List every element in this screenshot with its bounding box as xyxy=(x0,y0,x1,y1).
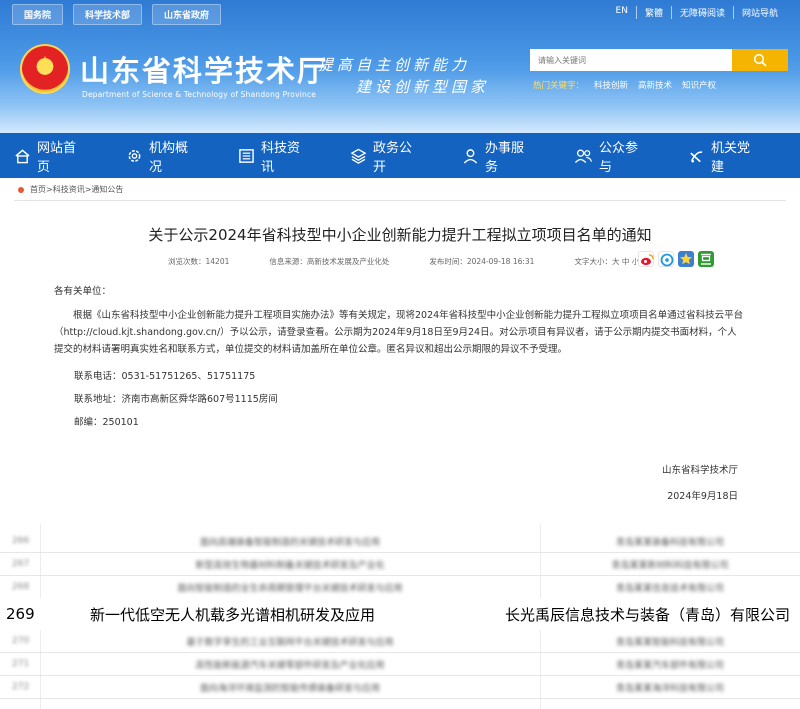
salutation: 各有关单位： xyxy=(54,286,112,297)
utility-links: EN 繁體 无障碍阅读 网站导航 xyxy=(608,6,786,19)
english-link[interactable]: EN xyxy=(608,6,636,19)
article: 关于公示2024年省科技型中小企业创新能力提升工程拟立项项目名单的通知 浏览次数… xyxy=(14,200,786,513)
nav-item-services[interactable]: 办事服务 xyxy=(462,137,534,175)
top-links: 国务院 科学技术部 山东省政府 xyxy=(12,4,222,25)
site-subtitle: Department of Science & Technology of Sh… xyxy=(82,90,317,99)
organization-name: 青岛某某新材料科技有限公司 xyxy=(611,560,729,571)
breadcrumb-path[interactable]: 首页>科技资讯>通知公告 xyxy=(30,184,123,195)
nav-item-gov-affairs[interactable]: 政务公开 xyxy=(350,137,422,175)
layers-icon xyxy=(350,148,367,164)
table-row: 270 基于数字孪生的工业互联网平台关键技术研发与应用 青岛某某智能科技有限公司 xyxy=(0,630,800,653)
contact-zip: 邮编：250101 xyxy=(74,417,139,428)
top-link-province-gov[interactable]: 山东省政府 xyxy=(152,4,222,25)
article-title: 关于公示2024年省科技型中小企业创新能力提升工程拟立项项目名单的通知 xyxy=(148,226,652,244)
hot-keywords: 热门关键字： 科技创新 高新技术 知识产权 xyxy=(533,79,716,91)
nav-label: 科技资讯 xyxy=(261,140,301,175)
project-name: 基于数字孪生的工业互联网平台关键技术研发与应用 xyxy=(186,637,394,648)
accessibility-link[interactable]: 无障碍阅读 xyxy=(670,6,733,19)
info-source: 信息来源：高新技术发展及产业化处 xyxy=(269,257,390,266)
favorite-star-icon[interactable] xyxy=(678,251,694,267)
nav-item-party[interactable]: 机关党建 xyxy=(688,137,760,175)
user-icon xyxy=(463,148,478,164)
nav-label: 机关党建 xyxy=(710,140,750,175)
slogan-line-1: 提高自主创新能力 xyxy=(318,56,471,74)
search-button[interactable] xyxy=(732,49,788,71)
share-buttons xyxy=(638,251,714,267)
tencent-share-icon[interactable] xyxy=(658,251,674,267)
row-number: 267 xyxy=(12,559,30,569)
table-row-highlighted: 269 新一代低空无人机载多光谱相机研发及应用 长光禹辰信息技术与装备（青岛）有… xyxy=(0,598,800,630)
table-row: 268 面向智能制造的全生命周期管理平台关键技术研发与应用 青岛某某信息技术有限… xyxy=(0,576,800,599)
signer: 山东省科学技术厅 xyxy=(661,465,738,476)
national-emblem-icon xyxy=(20,44,70,94)
site-map-link[interactable]: 网站导航 xyxy=(732,6,786,19)
hot-keywords-label: 热门关键字： xyxy=(533,81,585,91)
row-number: 266 xyxy=(12,536,30,546)
search-box xyxy=(530,49,788,71)
slogan-line-2: 建设创新型国家 xyxy=(356,78,490,96)
breadcrumb: 首页>科技资讯>通知公告 xyxy=(18,184,123,195)
project-name: 新一代低空无人机载多光谱相机研发及应用 xyxy=(90,605,376,624)
nav-item-participation[interactable]: 公众参与 xyxy=(574,137,648,175)
project-name: 高性能新能源汽车关键零部件研发及产业化应用 xyxy=(195,660,385,671)
site-header: 国务院 科学技术部 山东省政府 EN 繁體 无障碍阅读 网站导航 山东省科学技术… xyxy=(0,0,800,133)
row-number: 270 xyxy=(12,636,30,646)
project-list-table: 266 面向高端装备智能制造的关键技术研发与应用 青岛某某装备科技有限公司 26… xyxy=(0,524,800,709)
hot-keyword[interactable]: 科技创新 xyxy=(594,79,628,91)
search-icon xyxy=(753,53,767,67)
nav-label: 办事服务 xyxy=(485,140,525,175)
top-link-most[interactable]: 科学技术部 xyxy=(73,4,143,25)
organization-name: 青岛某某汽车部件有限公司 xyxy=(615,660,724,671)
row-number: 271 xyxy=(12,659,30,669)
view-count: 浏览次数：14201 xyxy=(168,257,230,266)
project-name: 面向海洋环境监测的智能传感装备研发与应用 xyxy=(199,683,380,694)
contact-address: 联系地址：济南市高新区舜华路607号1115房间 xyxy=(74,394,278,405)
location-dot-icon xyxy=(18,186,24,193)
organization-name: 青岛某某装备科技有限公司 xyxy=(615,537,724,548)
people-icon xyxy=(574,148,593,163)
nav-item-about[interactable]: 机构概况 xyxy=(126,137,198,175)
hot-keyword[interactable]: 高新技术 xyxy=(638,79,672,91)
table-row: 272 面向海洋环境监测的智能传感装备研发与应用 青岛某某海洋科技有限公司 xyxy=(0,676,800,699)
sign-date: 2024年9月18日 xyxy=(667,491,738,502)
row-number: 268 xyxy=(12,582,30,592)
news-list-icon xyxy=(239,148,254,163)
douban-share-icon[interactable] xyxy=(698,251,714,267)
project-name: 面向智能制造的全生命周期管理平台关键技术研发与应用 xyxy=(177,583,403,594)
organization-name: 青岛某某信息技术有限公司 xyxy=(615,583,724,594)
organization-name: 青岛某某海洋科技有限公司 xyxy=(615,683,724,694)
weibo-share-icon[interactable] xyxy=(638,251,654,267)
table-row: 266 面向高端装备智能制造的关键技术研发与应用 青岛某某装备科技有限公司 xyxy=(0,530,800,553)
top-link-state-council[interactable]: 国务院 xyxy=(12,4,64,25)
nav-item-news[interactable]: 科技资讯 xyxy=(238,137,310,175)
nav-label: 机构概况 xyxy=(148,140,188,175)
home-icon xyxy=(15,148,30,163)
article-meta: 浏览次数：14201 信息来源：高新技术发展及产业化处 发布时间：2024-09… xyxy=(168,256,679,267)
row-number: 272 xyxy=(12,682,30,692)
organization-name: 长光禹辰信息技术与装备（青岛）有限公司 xyxy=(504,605,790,624)
nav-label: 网站首页 xyxy=(36,140,76,175)
publish-date: 发布时间：2024-09-18 16:31 xyxy=(429,257,535,266)
contact-phone: 联系电话：0531-51751265、51751175 xyxy=(74,371,256,382)
traditional-chinese-link[interactable]: 繁體 xyxy=(635,6,671,19)
row-number: 269 xyxy=(6,605,35,623)
article-body: 各有关单位： 根据《山东省科技型中小企业创新能力提升工程项目实施办法》等有关规定… xyxy=(54,283,744,431)
gear-icon xyxy=(128,149,141,162)
organization-name: 青岛某某智能科技有限公司 xyxy=(615,637,724,648)
site-title[interactable]: 山东省科学技术厅 xyxy=(80,48,328,90)
project-name: 新型高效生物基材料制备关键技术研发及产业化 xyxy=(195,560,385,571)
nav-label: 政务公开 xyxy=(373,140,413,175)
party-emblem-icon xyxy=(690,150,703,163)
hot-keyword[interactable]: 知识产权 xyxy=(682,79,716,91)
nav-item-home[interactable]: 网站首页 xyxy=(14,137,86,175)
font-size-switch[interactable]: 文字大小：大 中 小 xyxy=(574,256,639,267)
main-nav: 网站首页 机构概况 科技资讯 政务公开 办事服务 公众参与 机关党建 xyxy=(0,133,800,178)
nav-label: 公众参与 xyxy=(598,140,638,175)
body-paragraph: 根据《山东省科技型中小企业创新能力提升工程项目实施办法》等有关规定，现将2024… xyxy=(54,310,744,355)
table-row: 267 新型高效生物基材料制备关键技术研发及产业化 青岛某某新材料科技有限公司 xyxy=(0,553,800,576)
project-name: 面向高端装备智能制造的关键技术研发与应用 xyxy=(199,537,380,548)
search-input[interactable] xyxy=(530,49,732,71)
table-row: 271 高性能新能源汽车关键零部件研发及产业化应用 青岛某某汽车部件有限公司 xyxy=(0,653,800,676)
